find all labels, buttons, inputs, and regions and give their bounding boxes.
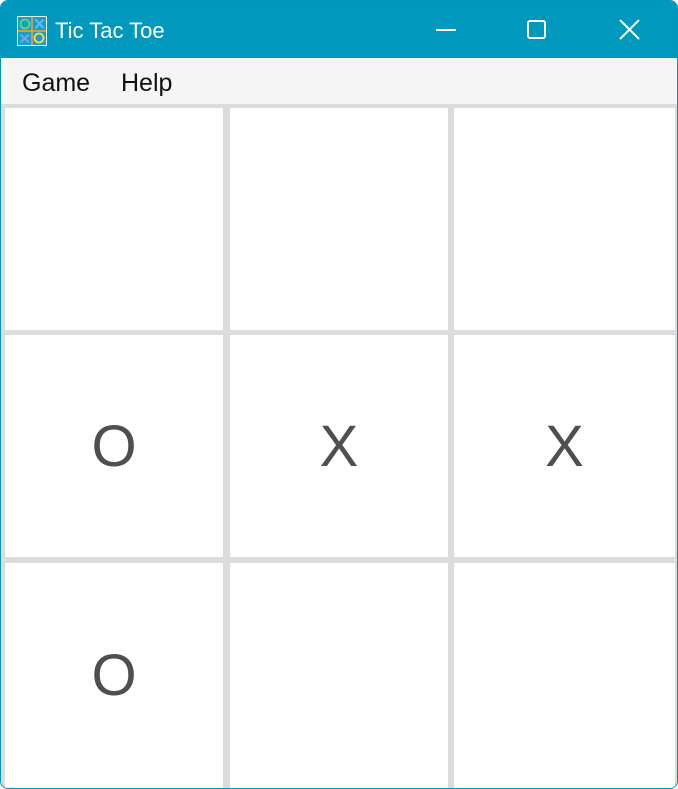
board-cell-r2-c3[interactable]: X	[454, 335, 675, 557]
minimize-button[interactable]	[401, 1, 493, 58]
board-cell-r3-c2[interactable]	[230, 563, 448, 788]
close-button[interactable]	[583, 1, 675, 58]
close-icon	[619, 19, 640, 40]
title-bar[interactable]: Tic Tac Toe	[1, 1, 677, 58]
app-window: Tic Tac Toe Game Help O X X O	[0, 0, 678, 789]
board-cell-r1-c2[interactable]	[230, 108, 448, 330]
board-cell-r2-c2[interactable]: X	[230, 335, 448, 557]
board-cell-r3-c1[interactable]: O	[5, 563, 223, 788]
menu-item-game[interactable]: Game	[12, 58, 100, 104]
board-cell-r1-c3[interactable]	[454, 108, 675, 330]
game-board: O X X O	[1, 104, 677, 788]
window-title: Tic Tac Toe	[55, 18, 165, 43]
menu-bar: Game Help	[1, 58, 677, 104]
maximize-button[interactable]	[491, 1, 583, 58]
tic-tac-toe-app-icon	[17, 16, 47, 46]
board-cell-r1-c1[interactable]	[5, 108, 223, 330]
minimize-icon	[436, 29, 456, 31]
maximize-icon	[527, 20, 546, 39]
board-cell-r3-c3[interactable]	[454, 563, 675, 788]
board-cell-r2-c1[interactable]: O	[5, 335, 223, 557]
menu-item-help[interactable]: Help	[111, 58, 182, 104]
